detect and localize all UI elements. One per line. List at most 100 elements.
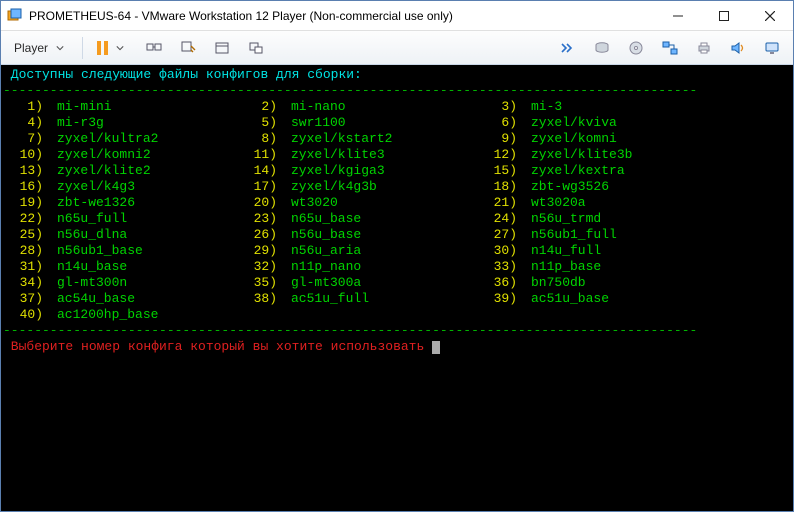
fullscreen-icon — [214, 40, 230, 56]
config-row: 19)zbt-we132620)wt302021)wt3020a — [3, 195, 787, 211]
config-name: zyxel/klite3 — [277, 147, 385, 163]
device-harddisk-button[interactable] — [587, 36, 617, 60]
config-cell: 37)ac54u_base — [3, 291, 237, 307]
config-cell: 11)zyxel/klite3 — [237, 147, 477, 163]
titlebar[interactable]: PROMETHEUS-64 - VMware Workstation 12 Pl… — [1, 1, 793, 31]
config-cell: 39)ac51u_base — [477, 291, 787, 307]
config-number: 28) — [3, 243, 43, 259]
config-row: 13)zyxel/klite214)zyxel/kgiga315)zyxel/k… — [3, 163, 787, 179]
config-name: n14u_full — [517, 243, 601, 259]
config-name: ac1200hp_base — [43, 307, 158, 323]
maximize-button[interactable] — [701, 1, 747, 30]
config-number: 15) — [477, 163, 517, 179]
config-cell: 18)zbt-wg3526 — [477, 179, 787, 195]
config-name: n56u_dlna — [43, 227, 127, 243]
config-cell: 40)ac1200hp_base — [3, 307, 237, 323]
device-expand-button[interactable] — [553, 36, 583, 60]
config-number: 23) — [237, 211, 277, 227]
config-name: n14u_base — [43, 259, 127, 275]
config-cell: 14)zyxel/kgiga3 — [237, 163, 477, 179]
cursor — [432, 341, 440, 354]
unity-button[interactable] — [241, 36, 271, 60]
config-number: 9) — [477, 131, 517, 147]
config-cell: 36)bn750db — [477, 275, 787, 291]
config-number: 11) — [237, 147, 277, 163]
config-name: mi-r3g — [43, 115, 104, 131]
send-ctrl-alt-del-button[interactable] — [139, 36, 169, 60]
config-number: 24) — [477, 211, 517, 227]
player-menu-button[interactable]: Player — [7, 36, 75, 60]
fullscreen-button[interactable] — [207, 36, 237, 60]
config-row: 16)zyxel/k4g317)zyxel/k4g3b18)zbt-wg3526 — [3, 179, 787, 195]
device-cd-button[interactable] — [621, 36, 651, 60]
chevron-down-icon — [112, 40, 128, 56]
config-name: wt3020a — [517, 195, 586, 211]
config-number: 27) — [477, 227, 517, 243]
config-number: 30) — [477, 243, 517, 259]
config-number: 22) — [3, 211, 43, 227]
manage-button[interactable] — [173, 36, 203, 60]
config-row: 7)zyxel/kultra28)zyxel/kstart29)zyxel/ko… — [3, 131, 787, 147]
config-row: 22)n65u_full23)n65u_base24)n56u_trmd — [3, 211, 787, 227]
terminal-line: ----------------------------------------… — [3, 323, 787, 339]
config-cell: 10)zyxel/komni2 — [3, 147, 237, 163]
config-row: 40)ac1200hp_base — [3, 307, 787, 323]
config-number: 5) — [237, 115, 277, 131]
device-sound-button[interactable] — [723, 36, 753, 60]
config-cell: 5)swr1100 — [237, 115, 477, 131]
chevron-down-icon — [52, 40, 68, 56]
config-name: mi-mini — [43, 99, 112, 115]
printer-icon — [696, 40, 712, 56]
device-display-button[interactable] — [757, 36, 787, 60]
config-cell: 12)zyxel/klite3b — [477, 147, 787, 163]
config-number: 29) — [237, 243, 277, 259]
pause-vm-button[interactable] — [90, 36, 135, 60]
config-name: ac51u_full — [277, 291, 369, 307]
config-name: zyxel/k4g3 — [43, 179, 135, 195]
config-number: 31) — [3, 259, 43, 275]
config-cell: 38)ac51u_full — [237, 291, 477, 307]
close-button[interactable] — [747, 1, 793, 30]
pause-icon — [97, 41, 108, 55]
config-name: zbt-wg3526 — [517, 179, 609, 195]
config-name: n56u_trmd — [517, 211, 601, 227]
config-number: 14) — [237, 163, 277, 179]
minimize-button[interactable] — [655, 1, 701, 30]
device-printer-button[interactable] — [689, 36, 719, 60]
config-row: 28)n56ub1_base29)n56u_aria30)n14u_full — [3, 243, 787, 259]
config-name: n11p_base — [517, 259, 601, 275]
config-number: 10) — [3, 147, 43, 163]
config-cell: 7)zyxel/kultra2 — [3, 131, 237, 147]
config-cell: 23)n65u_base — [237, 211, 477, 227]
config-number: 7) — [3, 131, 43, 147]
config-number: 25) — [3, 227, 43, 243]
config-number: 40) — [3, 307, 43, 323]
config-row: 10)zyxel/komni211)zyxel/klite312)zyxel/k… — [3, 147, 787, 163]
config-name: zyxel/kultra2 — [43, 131, 158, 147]
config-cell: 19)zbt-we1326 — [3, 195, 237, 211]
config-cell: 29)n56u_aria — [237, 243, 477, 259]
config-cell: 27)n56ub1_full — [477, 227, 787, 243]
config-name: wt3020 — [277, 195, 338, 211]
config-name: swr1100 — [277, 115, 346, 131]
config-row: 34)gl-mt300n35)gl-mt300a36)bn750db — [3, 275, 787, 291]
window-buttons — [655, 1, 793, 30]
config-number: 3) — [477, 99, 517, 115]
config-name: mi-nano — [277, 99, 346, 115]
config-number: 34) — [3, 275, 43, 291]
vmware-player-window: PROMETHEUS-64 - VMware Workstation 12 Pl… — [0, 0, 794, 512]
config-number: 18) — [477, 179, 517, 195]
terminal-header: Доступны следующие файлы конфигов для сб… — [3, 67, 362, 82]
toolbar-separator — [82, 37, 83, 59]
config-number: 13) — [3, 163, 43, 179]
config-number: 37) — [3, 291, 43, 307]
config-number: 8) — [237, 131, 277, 147]
config-cell: 20)wt3020 — [237, 195, 477, 211]
config-name: mi-3 — [517, 99, 562, 115]
terminal[interactable]: Доступны следующие файлы конфигов для сб… — [1, 65, 793, 511]
terminal-separator: ----------------------------------------… — [3, 83, 697, 98]
terminal-prompt: Выберите номер конфига который вы хотите… — [3, 339, 424, 354]
config-cell: 28)n56ub1_base — [3, 243, 237, 259]
device-network-button[interactable] — [655, 36, 685, 60]
terminal-line: ----------------------------------------… — [3, 83, 787, 99]
